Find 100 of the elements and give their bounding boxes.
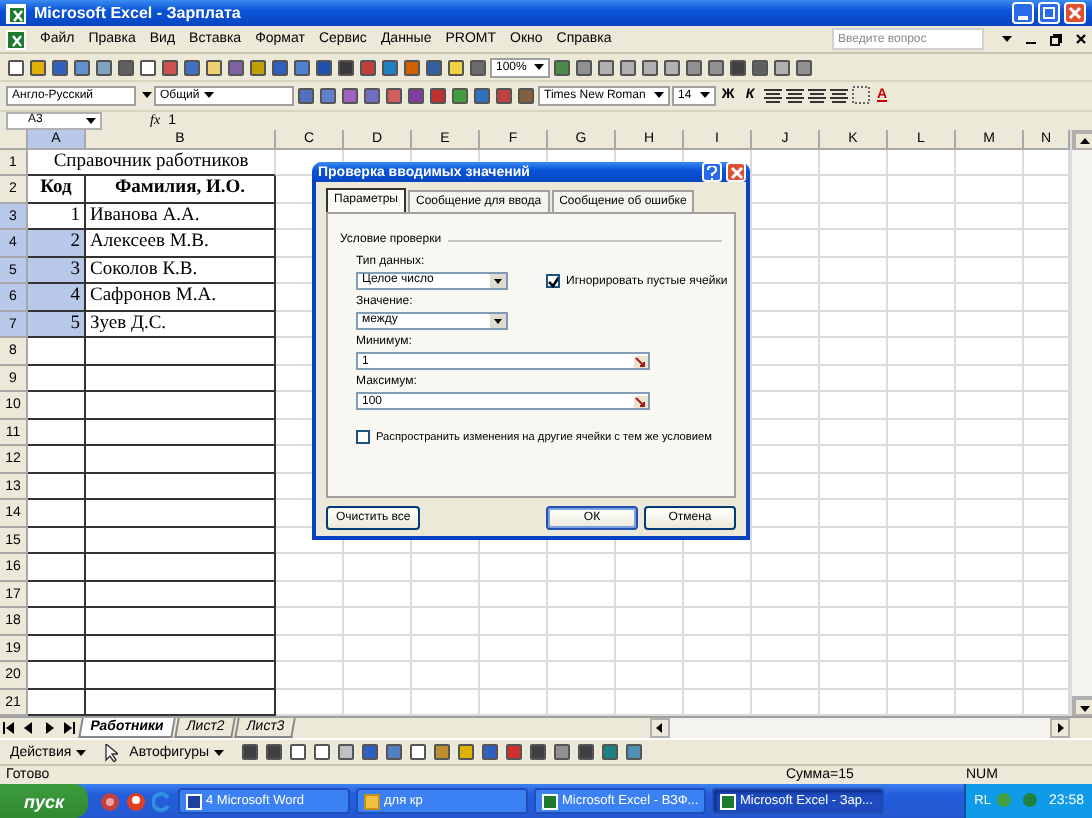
toolbar-icon[interactable] [472, 84, 492, 107]
toolbar-icon[interactable] [450, 84, 470, 107]
toolbar-icon[interactable] [72, 56, 92, 79]
caret-icon[interactable] [1002, 36, 1012, 43]
scroll-left-icon[interactable] [650, 718, 670, 739]
toolbar-icon[interactable] [204, 56, 224, 79]
drawing-tool-icon[interactable] [311, 741, 331, 763]
next-sheet-icon[interactable] [42, 722, 56, 735]
drawing-tool-icon[interactable] [431, 741, 451, 763]
restore-icon[interactable] [1050, 33, 1062, 46]
toolbar-icon[interactable] [640, 56, 660, 79]
toolbar-icon[interactable] [362, 84, 382, 107]
toolbar-icon[interactable] [574, 56, 594, 79]
horizontal-scrollbar[interactable] [650, 718, 1070, 739]
toolbar-icon[interactable] [516, 84, 536, 107]
align-icon[interactable] [828, 84, 848, 107]
toolbar-icon[interactable] [446, 56, 466, 79]
drawing-tool-icon[interactable] [407, 741, 427, 763]
toolbar-icon[interactable] [182, 56, 202, 79]
vertical-scrollbar[interactable] [1070, 129, 1092, 717]
close-button[interactable] [1064, 2, 1086, 25]
toolbar-icon[interactable] [596, 56, 616, 79]
quick-launch-icon[interactable] [126, 791, 146, 811]
align-icon[interactable] [784, 84, 804, 107]
table-cell [28, 554, 86, 582]
toolbar-icon[interactable] [494, 84, 514, 107]
help-button[interactable] [702, 162, 722, 182]
drawing-tool-icon[interactable] [359, 741, 379, 763]
scroll-down-icon[interactable] [1072, 696, 1092, 717]
drawing-tool-icon[interactable] [575, 741, 595, 763]
last-sheet-icon[interactable] [62, 722, 76, 735]
toolbar-icon[interactable] [314, 56, 334, 79]
drawing-tool-icon[interactable] [623, 741, 643, 763]
pointer-icon[interactable] [101, 741, 122, 763]
toolbar-icon[interactable] [428, 84, 448, 107]
toolbar-icon[interactable] [340, 84, 360, 107]
toolbar-icon[interactable] [292, 56, 312, 79]
drawing-tool-icon[interactable] [239, 741, 259, 763]
drawing-tool-icon[interactable] [479, 741, 499, 763]
toolbar-icon[interactable] [424, 56, 444, 79]
toolbar-icon[interactable] [138, 56, 158, 79]
toolbar-icon[interactable] [248, 56, 268, 79]
quick-launch-icon[interactable] [100, 791, 120, 811]
scroll-up-icon[interactable] [1072, 129, 1092, 150]
toolbar-icon[interactable] [384, 84, 404, 107]
drawing-tool-icon[interactable] [599, 741, 619, 763]
drawing-tool-icon[interactable] [383, 741, 403, 763]
toolbar-icon[interactable] [6, 56, 26, 79]
caret-icon [654, 92, 664, 99]
toolbar-icon[interactable] [358, 56, 378, 79]
toolbar-icon[interactable] [116, 56, 136, 79]
toolbar-icon[interactable] [28, 56, 48, 79]
toolbar-icon[interactable] [50, 56, 70, 79]
previous-sheet-icon[interactable] [22, 722, 36, 735]
toolbar-icon[interactable] [318, 84, 338, 107]
drawing-tool-icon[interactable] [551, 741, 571, 763]
toolbar-icon[interactable] [226, 56, 246, 79]
drawing-tool-icon[interactable] [527, 741, 547, 763]
toolbar-icon[interactable] [402, 56, 422, 79]
toolbar-icon[interactable] [160, 56, 180, 79]
caret-icon[interactable] [142, 92, 152, 99]
table-cell [548, 662, 616, 690]
checkbox[interactable] [356, 430, 370, 444]
minimize-button[interactable] [1012, 2, 1034, 25]
drawing-tool-icon[interactable] [287, 741, 307, 763]
drawing-tool-icon[interactable] [335, 741, 355, 763]
toolbar-icon[interactable] [728, 56, 748, 79]
toolbar-icon[interactable] [706, 56, 726, 79]
scroll-right-icon[interactable] [1050, 718, 1070, 739]
table-cell [956, 608, 1024, 636]
toolbar-icon[interactable] [552, 56, 572, 79]
toolbar-icon[interactable] [618, 56, 638, 79]
toolbar-icon[interactable] [684, 56, 704, 79]
toolbar-icon[interactable] [750, 56, 770, 79]
drawing-tool-icon[interactable] [455, 741, 475, 763]
range-select-icon[interactable] [634, 395, 648, 407]
close-button[interactable] [726, 162, 746, 182]
start-button[interactable]: пуск [0, 784, 88, 818]
range-select-icon[interactable] [634, 355, 648, 367]
toolbar-icon[interactable] [406, 84, 426, 107]
table-cell [752, 311, 820, 339]
maximize-button[interactable] [1038, 2, 1060, 25]
checkbox[interactable] [546, 274, 560, 288]
toolbar-icon[interactable] [270, 56, 290, 79]
first-sheet-icon[interactable] [2, 722, 16, 735]
close-icon[interactable] [1076, 34, 1086, 45]
table-cell [888, 284, 956, 312]
align-icon[interactable] [806, 84, 826, 107]
drawing-tool-icon[interactable] [503, 741, 523, 763]
toolbar-icon[interactable] [662, 56, 682, 79]
toolbar-icon[interactable] [296, 84, 316, 107]
toolbar-icon[interactable] [794, 56, 814, 79]
toolbar-icon[interactable] [468, 56, 488, 79]
toolbar-icon[interactable] [380, 56, 400, 79]
toolbar-icon[interactable] [94, 56, 114, 79]
toolbar-icon[interactable] [772, 56, 792, 79]
borders-icon[interactable] [850, 84, 870, 107]
drawing-tool-icon[interactable] [263, 741, 283, 763]
align-icon[interactable] [762, 84, 782, 107]
toolbar-icon[interactable] [336, 56, 356, 79]
